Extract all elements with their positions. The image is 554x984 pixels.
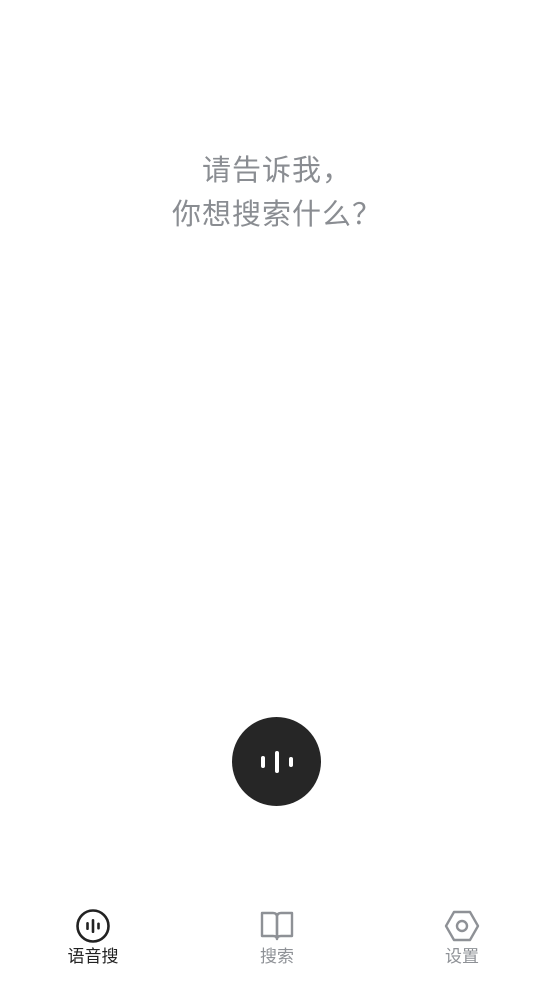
prompt-line-1: 请告诉我，: [201, 153, 352, 187]
voice-wave-icon: [76, 909, 110, 943]
tab-search[interactable]: 搜索: [217, 908, 337, 972]
tab-voice-search[interactable]: 语音搜: [33, 908, 153, 972]
book-icon: [260, 911, 294, 941]
tab-label: 设置: [445, 947, 479, 967]
voice-record-button[interactable]: [232, 717, 321, 806]
voice-prompt: 请告诉我， 你想搜索什么？: [0, 148, 554, 236]
tab-settings[interactable]: 设置: [402, 908, 522, 972]
tab-label: 语音搜: [67, 947, 119, 967]
voice-wave-icon: [260, 750, 293, 773]
bottom-tab-bar: 语音搜 搜索 设置: [0, 900, 554, 984]
hexagon-settings-icon: [444, 910, 480, 942]
tab-label: 搜索: [260, 947, 294, 967]
prompt-line-2: 你想搜索什么？: [171, 197, 382, 231]
